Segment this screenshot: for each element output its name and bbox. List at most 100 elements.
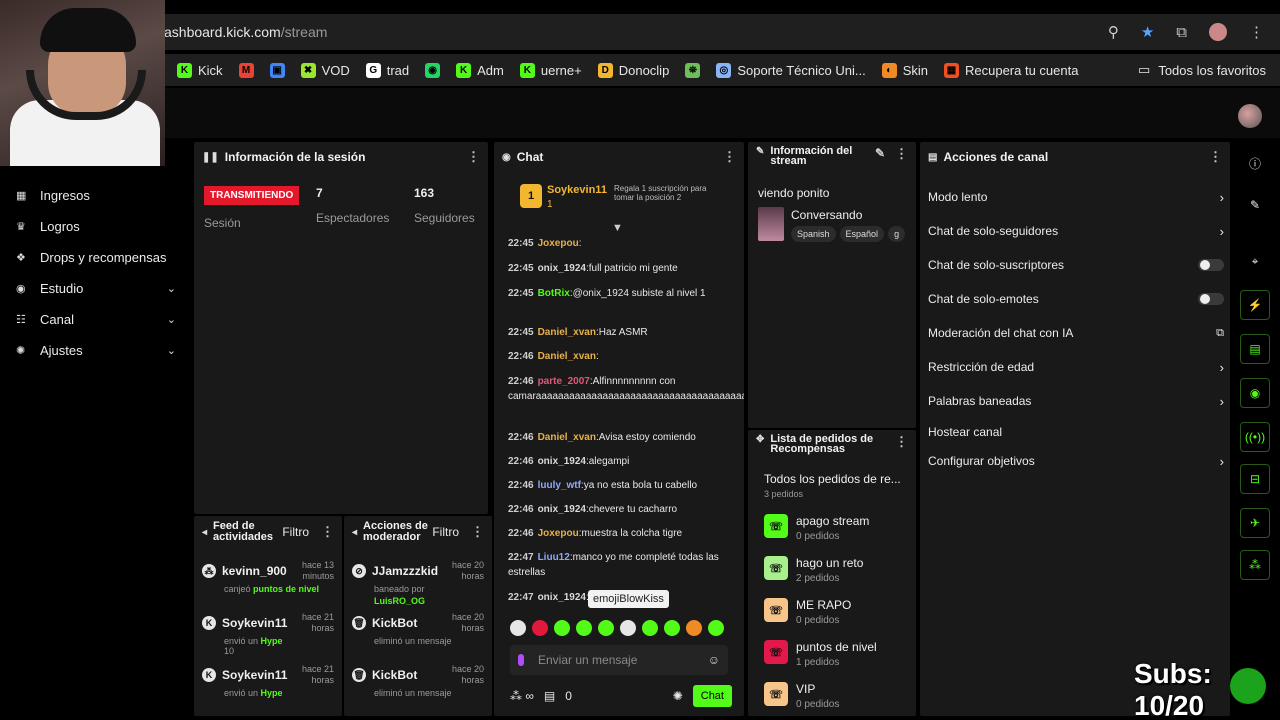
profile-avatar-icon[interactable] — [1209, 23, 1227, 41]
chevron-down-icon[interactable]: ⌄ — [167, 344, 176, 357]
bookmark-item[interactable]: Gtrad — [365, 62, 409, 78]
info-icon[interactable]: ⓘ — [1240, 148, 1270, 178]
chevron-right-icon[interactable]: › — [1220, 190, 1224, 205]
bookmark-item[interactable]: K Adm — [456, 62, 504, 78]
channel-action-item[interactable]: Configurar objetivos › — [928, 451, 1224, 471]
chevron-right-icon[interactable]: › — [1220, 224, 1224, 239]
sidebar-item[interactable]: ✺ Ajustes ⌄ — [0, 335, 190, 366]
feed-username[interactable]: Soykevin11 — [222, 668, 287, 682]
mic-icon[interactable] — [518, 654, 524, 666]
address-bar[interactable]: ashboard.kick.com/stream ⚲ ★ ⧉ ⋮ — [150, 14, 1280, 50]
lightning-icon[interactable]: ⚡ — [1240, 290, 1270, 320]
channel-action-item[interactable]: Chat de solo-seguidores › — [928, 221, 1224, 241]
mod-username[interactable]: JJamzzzkid — [372, 564, 438, 578]
reward-item[interactable]: ☏ ME RAPO 0 pedidos — [764, 598, 851, 626]
filter-button[interactable]: Filtro — [282, 525, 309, 539]
chat-username[interactable]: onix_1924 — [538, 456, 586, 467]
bookmark-item[interactable]: ◉ — [425, 62, 441, 78]
emote-icon[interactable] — [686, 620, 702, 636]
external-link-icon[interactable]: ⧉ — [1216, 327, 1224, 340]
chat-username[interactable]: onix_1924 — [538, 263, 586, 274]
more-icon[interactable]: ⋮ — [895, 434, 908, 450]
chat-username[interactable]: BotRix — [538, 288, 570, 299]
emote-icon[interactable] — [554, 620, 570, 636]
bookmark-item[interactable]: ▣ — [269, 62, 285, 78]
chat-username[interactable]: onix_1924 — [538, 504, 586, 515]
gift-sub-prompt[interactable]: Regala 1 suscripción para tomar la posic… — [614, 184, 724, 202]
feed-username[interactable]: Soykevin11 — [222, 616, 287, 630]
layout-icon[interactable]: ⊟ — [1240, 464, 1270, 494]
sidebar-item[interactable]: ☷ Canal ⌄ — [0, 304, 190, 335]
dashboard-icon[interactable]: ⁂ — [1240, 550, 1270, 580]
more-icon[interactable]: ⋮ — [471, 524, 484, 540]
pencil-icon[interactable]: ✎ — [1240, 190, 1270, 220]
chat-username[interactable]: Joxepou — [538, 528, 579, 539]
chevron-right-icon[interactable]: › — [1220, 394, 1224, 409]
bookmark-item[interactable]: ◎ Soporte Técnico Uni... — [716, 62, 866, 78]
edit-icon[interactable]: ✎ — [875, 146, 885, 160]
channel-action-item[interactable]: Chat de solo-emotes — [928, 289, 1224, 309]
broadcast-icon[interactable]: ((•)) — [1240, 422, 1270, 452]
gear-icon[interactable]: ✺ — [673, 689, 683, 703]
browser-menu-icon[interactable]: ⋮ — [1249, 23, 1264, 41]
emote-icon[interactable] — [708, 620, 724, 636]
bookmark-item[interactable]: D Donoclip — [597, 62, 669, 78]
channel-action-item[interactable]: Moderación del chat con IA ⧉ — [928, 323, 1224, 343]
mod-by-user[interactable]: LuisRO_OG — [374, 596, 484, 606]
chevron-down-icon[interactable]: ⌄ — [167, 313, 176, 326]
chat-username[interactable]: parte_2007 — [538, 376, 590, 387]
chat-username[interactable]: Daniel_xvan — [538, 327, 596, 338]
emote-icon[interactable] — [620, 620, 636, 636]
mod-username[interactable]: KickBot — [372, 616, 417, 630]
document-icon[interactable]: ▤ — [1240, 334, 1270, 364]
feed-username[interactable]: kevinn_900 — [222, 564, 287, 578]
channel-action-item[interactable]: Hostear canal — [928, 422, 1224, 442]
chevron-down-icon[interactable]: ⌄ — [167, 282, 176, 295]
points-icon[interactable]: ▤ — [544, 689, 555, 703]
users-icon[interactable]: ⁂ ∞ — [510, 689, 534, 703]
stream-tag[interactable]: Español — [839, 226, 885, 242]
chat-username[interactable]: Liuu12 — [538, 552, 570, 563]
url-text[interactable]: ashboard.kick.com/stream — [164, 24, 327, 40]
collapse-icon[interactable]: ▼ — [612, 222, 623, 234]
channel-action-item[interactable]: Modo lento › — [928, 187, 1224, 207]
sidebar-item[interactable]: ♛ Logros — [0, 211, 190, 242]
chevron-right-icon[interactable]: › — [1220, 454, 1224, 469]
emote-icon[interactable] — [510, 620, 526, 636]
chat-username[interactable]: Daniel_xvan — [538, 351, 596, 362]
chat-bubble-icon[interactable]: ◉ — [1240, 378, 1270, 408]
emote-icon[interactable] — [532, 620, 548, 636]
filter-button[interactable]: Filtro — [432, 525, 459, 539]
more-icon[interactable]: ⋮ — [1209, 149, 1222, 165]
emote-icon[interactable] — [642, 620, 658, 636]
wrench-icon[interactable]: ✈ — [1240, 508, 1270, 538]
drag-icon[interactable]: ◂ — [202, 527, 207, 538]
channel-action-item[interactable]: Restricción de edad › — [928, 357, 1224, 377]
bookmark-item[interactable]: ▦ Recupera tu cuenta — [944, 62, 1078, 78]
bookmark-item[interactable]: Kuerne+ — [519, 62, 582, 78]
chat-username[interactable]: Joxepou — [538, 238, 579, 249]
emote-icon[interactable] — [576, 620, 592, 636]
reward-item[interactable]: ☏ hago un reto 2 pedidos — [764, 556, 863, 584]
more-icon[interactable]: ⋮ — [467, 149, 480, 165]
toggle-switch[interactable] — [1198, 293, 1224, 305]
target-icon[interactable]: ⌖ — [1240, 246, 1270, 276]
chat-input[interactable]: Enviar un mensaje ☺ — [510, 645, 728, 675]
all-requests-title[interactable]: Todos los pedidos de re... — [764, 472, 901, 486]
chat-username[interactable]: onix_1924 — [538, 592, 586, 603]
chat-username[interactable]: luuly_wtf — [538, 480, 581, 491]
channel-action-item[interactable]: Palabras baneadas › — [928, 391, 1224, 411]
more-icon[interactable]: ⋮ — [321, 524, 334, 540]
bookmark-item[interactable]: M — [238, 62, 254, 78]
bookmark-star-icon[interactable]: ★ — [1141, 23, 1154, 41]
mod-username[interactable]: KickBot — [372, 668, 417, 682]
channel-action-item[interactable]: Chat de solo-suscriptores — [928, 255, 1224, 275]
bookmark-item[interactable]: ◐ Skin — [881, 62, 928, 78]
sidebar-item[interactable]: ◉ Estudio ⌄ — [0, 273, 190, 304]
all-favorites-button[interactable]: ▭ Todos los favoritos — [1138, 62, 1266, 78]
bookmark-item[interactable]: K Kick — [177, 62, 223, 78]
drag-icon[interactable]: ◂ — [352, 527, 357, 538]
reward-item[interactable]: ☏ VIP 0 pedidos — [764, 682, 839, 710]
reward-item[interactable]: ☏ puntos de nivel 1 pedidos — [764, 640, 877, 668]
send-chat-button[interactable]: Chat — [692, 685, 732, 707]
